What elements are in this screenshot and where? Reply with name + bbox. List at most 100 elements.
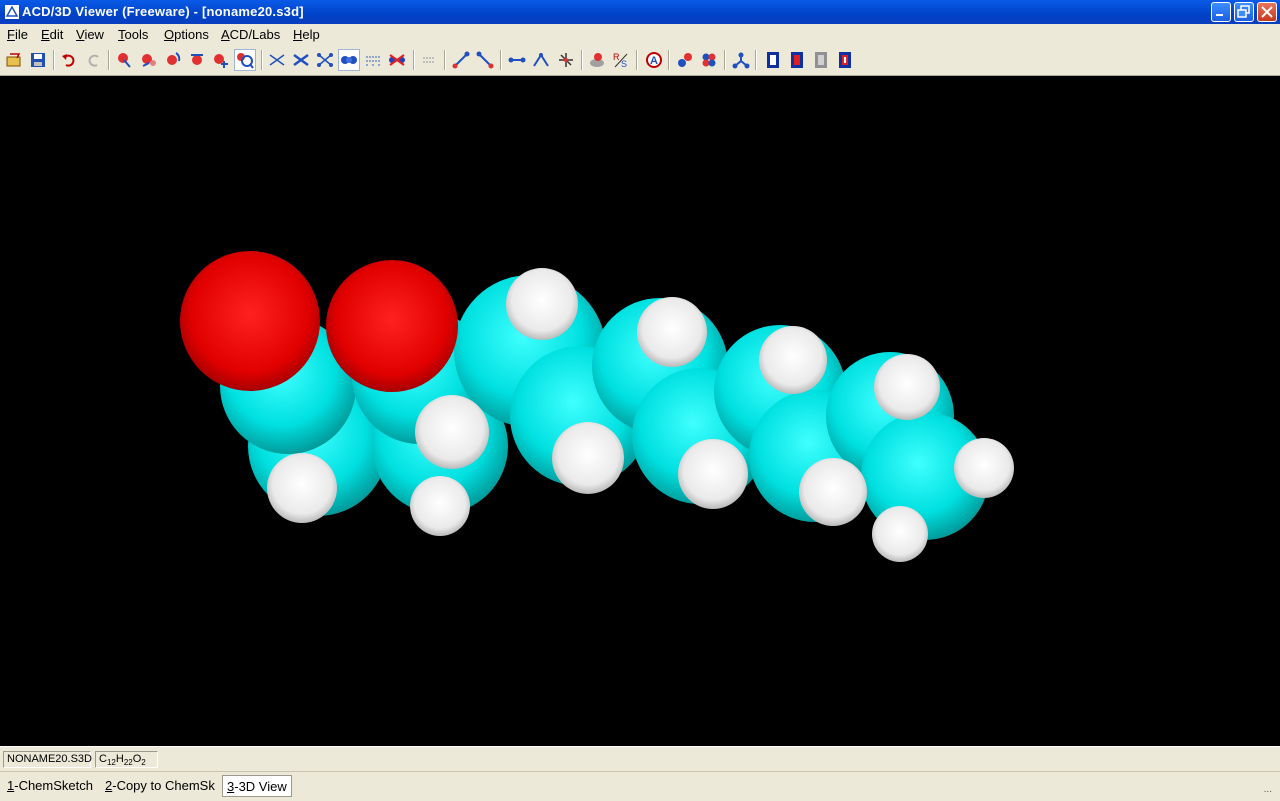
save-button[interactable] (27, 49, 49, 71)
menu-file[interactable]: File (7, 27, 28, 42)
hydrogen-atom[interactable] (954, 438, 1014, 498)
hydrogen-atom[interactable] (415, 395, 489, 469)
film-icon (815, 52, 827, 68)
wireframe-icon (269, 54, 285, 66)
bond-angle-button[interactable] (530, 49, 552, 71)
status-formula: C12H22O2 (95, 751, 158, 768)
labels-icon: A (646, 52, 662, 68)
dots-icon (366, 56, 380, 66)
minimize-button[interactable] (1211, 2, 1231, 22)
distance-button[interactable] (450, 49, 472, 71)
optimize-button[interactable] (586, 49, 608, 71)
menu-tools[interactable]: Tools (118, 27, 148, 42)
hydrogen-atom[interactable] (874, 354, 940, 420)
toolbar-separator (108, 50, 110, 70)
move-button[interactable] (138, 49, 160, 71)
labels-button[interactable]: A (643, 49, 665, 71)
molecule-render[interactable] (0, 76, 1280, 746)
oxygen-atom[interactable] (180, 251, 320, 391)
movie-export-icon (839, 52, 851, 68)
undo-icon (62, 54, 75, 67)
hydrogen-atom[interactable] (799, 458, 867, 526)
ribbons-icon (389, 54, 405, 66)
hydrogen-atom[interactable] (759, 326, 827, 394)
balls-sticks-button[interactable] (314, 49, 336, 71)
stereo-rs-button[interactable]: RS (610, 49, 632, 71)
toolbar-separator (444, 50, 446, 70)
hydrogen-atom[interactable] (410, 476, 470, 536)
tab-3d-view[interactable]: 3-3D View (222, 775, 292, 797)
movie-icon (791, 52, 803, 68)
restore-icon (1237, 5, 1250, 18)
toolbar-separator (261, 50, 263, 70)
open-button[interactable] (3, 49, 25, 71)
ribbons-button[interactable] (386, 49, 408, 71)
menu-view[interactable]: View (76, 27, 104, 42)
tab-copy-to-chemsketch[interactable]: 2-Copy to ChemSk (101, 775, 219, 797)
torsion-button[interactable] (555, 49, 577, 71)
menu-bar: File Edit View Tools Options ACD/Labs He… (0, 24, 1280, 45)
animation-button[interactable] (762, 49, 784, 71)
hydrogen-atom[interactable] (637, 297, 707, 367)
title-bar: ACD/3D Viewer (Freeware) - [noname20.s3d… (0, 0, 1280, 24)
angle-button[interactable] (474, 49, 496, 71)
status-bar: NONAME20.S3D C12H22O2 (0, 746, 1280, 771)
undo-button[interactable] (58, 49, 80, 71)
surface-icon (423, 57, 434, 63)
rotate-icon (167, 52, 181, 65)
hydrogen-atom[interactable] (678, 439, 748, 509)
film-button[interactable] (810, 49, 832, 71)
restore-button[interactable] (1234, 2, 1254, 22)
spacefill-button[interactable] (338, 49, 360, 71)
translate-button[interactable] (210, 49, 232, 71)
surface-button[interactable] (418, 49, 440, 71)
zoom-icon (237, 53, 254, 69)
redo-button[interactable] (83, 49, 105, 71)
dots-button[interactable] (362, 49, 384, 71)
rotate-button[interactable] (162, 49, 184, 71)
resize-grip[interactable]: ... (1264, 784, 1272, 795)
open-icon (6, 53, 21, 67)
movie-export-button[interactable] (834, 49, 856, 71)
menu-help[interactable]: Help (293, 27, 320, 42)
menu-edit[interactable]: Edit (41, 27, 63, 42)
hydrogen-atom[interactable] (267, 453, 337, 523)
color-molecule-button[interactable] (698, 49, 720, 71)
minimize-icon (1216, 14, 1223, 16)
movie-button[interactable] (786, 49, 808, 71)
stereo-rs-icon: RS (613, 52, 628, 69)
svg-text:A: A (650, 55, 658, 67)
menu-options[interactable]: Options (164, 27, 209, 42)
wireframe-button[interactable] (266, 49, 288, 71)
status-filename: NONAME20.S3D (3, 751, 92, 768)
toolbar-separator (53, 50, 55, 70)
color-atoms-button[interactable] (674, 49, 696, 71)
select-atom-button[interactable] (113, 49, 135, 71)
sticks-button[interactable] (290, 49, 312, 71)
bond-angle-icon (533, 53, 549, 67)
optimize-icon (590, 53, 604, 67)
select-atom-icon (118, 53, 131, 68)
rotate-z-button[interactable] (186, 49, 208, 71)
bond-length-icon (508, 57, 526, 63)
animation-icon (767, 52, 779, 68)
hide-atoms-button[interactable] (730, 49, 752, 71)
hydrogen-atom[interactable] (552, 422, 624, 494)
close-button[interactable] (1257, 2, 1277, 22)
save-icon (31, 53, 45, 67)
3d-viewport[interactable] (0, 76, 1280, 746)
hydrogen-atom[interactable] (506, 268, 578, 340)
tab-chemsketch[interactable]: 1-ChemSketch (3, 775, 97, 797)
distance-icon (452, 51, 470, 69)
toolbar-separator (724, 50, 726, 70)
oxygen-atom[interactable] (326, 260, 458, 392)
rotate-z-icon (191, 54, 203, 65)
sticks-icon (293, 53, 309, 67)
bond-length-button[interactable] (506, 49, 528, 71)
toolbar-separator (500, 50, 502, 70)
close-icon (1261, 6, 1273, 18)
zoom-button[interactable] (234, 49, 256, 71)
menu-acdlabs[interactable]: ACD/Labs (221, 27, 280, 42)
hydrogen-atom[interactable] (872, 506, 928, 562)
toolbar-separator (668, 50, 670, 70)
